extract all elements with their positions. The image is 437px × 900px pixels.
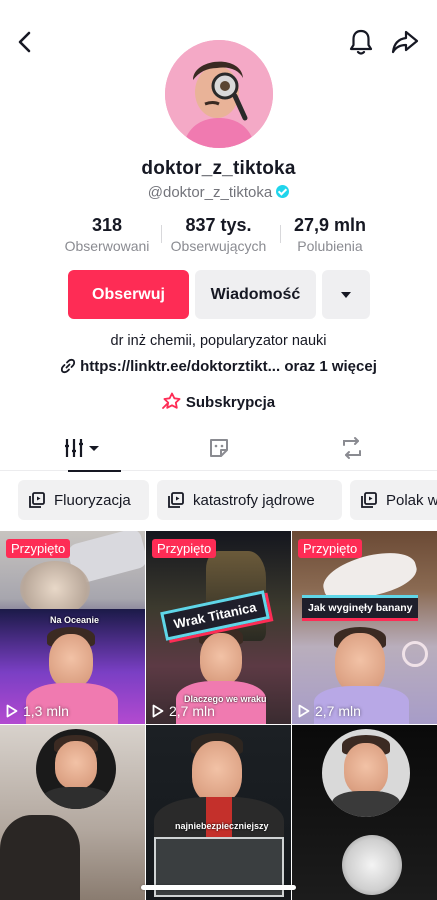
stat-likes-value: 27,9 mln — [293, 215, 367, 235]
person-face — [192, 741, 242, 803]
facecam-circle — [36, 729, 116, 809]
stat-followers-value: 837 tys. — [185, 215, 252, 235]
view-count: 2,7 mln — [152, 703, 215, 719]
play-icon — [152, 704, 164, 718]
playlist-chip-label: katastrofy jądrowe — [193, 491, 315, 509]
person-silhouette-graphic — [0, 815, 80, 900]
sea-creature-graphic — [20, 561, 90, 616]
video-grid: Na Oceanie Przypięto 1,3 mln Wrak Titani… — [0, 531, 437, 900]
video-grid-icon — [64, 439, 99, 457]
profile-link-more[interactable]: oraz 1 więcej — [284, 358, 377, 375]
sticker-icon — [209, 439, 228, 457]
facecam-circle — [322, 729, 410, 817]
play-icon — [298, 704, 310, 718]
pinned-badge: Przypięto — [6, 539, 71, 558]
ring-light-graphic — [402, 641, 428, 667]
stat-divider — [280, 225, 281, 243]
person-face — [49, 634, 93, 688]
playlist-chip[interactable]: Fluoryzacja — [18, 480, 149, 520]
caret-down-icon — [341, 291, 351, 298]
stat-following-value: 318 — [91, 215, 123, 235]
profile-avatar[interactable] — [165, 40, 273, 148]
video-tile[interactable]: Jak wyginęły banany Przypięto 2,7 mln — [292, 531, 437, 724]
stat-following-label: Obserwowani — [64, 238, 150, 254]
video-title-banner: Jak wyginęły banany — [302, 595, 419, 621]
view-count: 2,7 mln — [298, 703, 361, 719]
view-count-value: 1,3 mln — [23, 703, 69, 719]
video-tile[interactable]: Na Oceanie Przypięto 1,3 mln — [0, 531, 145, 724]
view-count: 1,3 mln — [6, 703, 69, 719]
playlist-icon — [168, 492, 184, 508]
bell-icon — [349, 29, 373, 55]
view-count-value: 2,7 mln — [315, 703, 361, 719]
video-caption: Na Oceanie — [50, 615, 100, 625]
stat-followers-label: Obserwujących — [170, 238, 267, 254]
more-options-button[interactable] — [322, 270, 370, 319]
verified-badge-icon — [276, 185, 290, 198]
notifications-button[interactable] — [343, 24, 379, 60]
playlist-icon — [29, 492, 45, 508]
back-button[interactable] — [7, 24, 43, 60]
playlist-chip[interactable]: Polak w — [350, 480, 437, 520]
pinned-badge: Przypięto — [152, 539, 217, 558]
profile-username: doktor_z_tiktoka — [141, 158, 296, 179]
video-tile[interactable]: Wrak Titanica Dlaczego we wraku Przypięt… — [146, 531, 291, 724]
subscription-star-icon — [161, 392, 181, 409]
share-arrow-icon — [391, 30, 419, 54]
profile-link-row[interactable]: https://linktr.ee/doktorztikt... oraz 1 … — [0, 358, 437, 375]
profile-stats: 318 Obserwowani 837 tys. Obserwujących 2… — [0, 215, 437, 257]
avatar-portrait — [165, 40, 273, 148]
follow-button[interactable]: Obserwuj — [68, 270, 189, 319]
link-icon — [61, 358, 76, 374]
share-button[interactable] — [387, 24, 423, 60]
video-tile[interactable] — [292, 725, 437, 900]
message-button[interactable]: Wiadomość — [195, 270, 316, 319]
subscription-row[interactable]: Subskrypcja — [0, 392, 437, 411]
playlist-chip-label: Polak w — [386, 491, 437, 509]
pinned-badge: Przypięto — [298, 539, 363, 558]
repost-icon — [342, 437, 361, 459]
stat-followers[interactable]: 837 tys. Obserwujących — [165, 215, 272, 254]
profile-link[interactable]: https://linktr.ee/doktorztikt... — [80, 358, 280, 375]
profile-handle: @doktor_z_tiktoka — [147, 184, 273, 201]
playlist-chip[interactable]: katastrofy jądrowe — [157, 480, 342, 520]
person-face — [335, 633, 385, 693]
tab-videos[interactable] — [11, 425, 156, 472]
stat-likes-label: Polubienia — [297, 238, 363, 254]
tab-liked[interactable] — [279, 425, 424, 471]
chevron-left-icon — [18, 31, 31, 53]
playlist-chip-label: Fluoryzacja — [54, 491, 131, 509]
video-tile[interactable]: najniebezpieczniejszy — [146, 725, 291, 900]
lab-flask-graphic — [342, 835, 402, 895]
stat-following[interactable]: 318 Obserwowani — [61, 215, 153, 254]
view-count-value: 2,7 mln — [169, 703, 215, 719]
person-face — [200, 633, 242, 685]
profile-tabs — [0, 425, 437, 472]
home-indicator — [141, 885, 296, 890]
stat-likes: 27,9 mln Polubienia — [288, 215, 372, 254]
play-icon — [6, 704, 18, 718]
video-caption: najniebezpieczniejszy — [175, 821, 269, 831]
profile-handle-row: @doktor_z_tiktoka — [0, 184, 437, 201]
stat-divider — [161, 225, 162, 243]
video-tile[interactable] — [0, 725, 145, 900]
profile-bio: dr inż chemii, popularyzator nauki — [110, 333, 327, 349]
playlist-chips: Fluoryzacja katastrofy jądrowe Polak w — [0, 480, 437, 522]
tab-reposts[interactable] — [146, 425, 291, 471]
subscription-label: Subskrypcja — [185, 394, 276, 411]
playlist-icon — [361, 492, 377, 508]
